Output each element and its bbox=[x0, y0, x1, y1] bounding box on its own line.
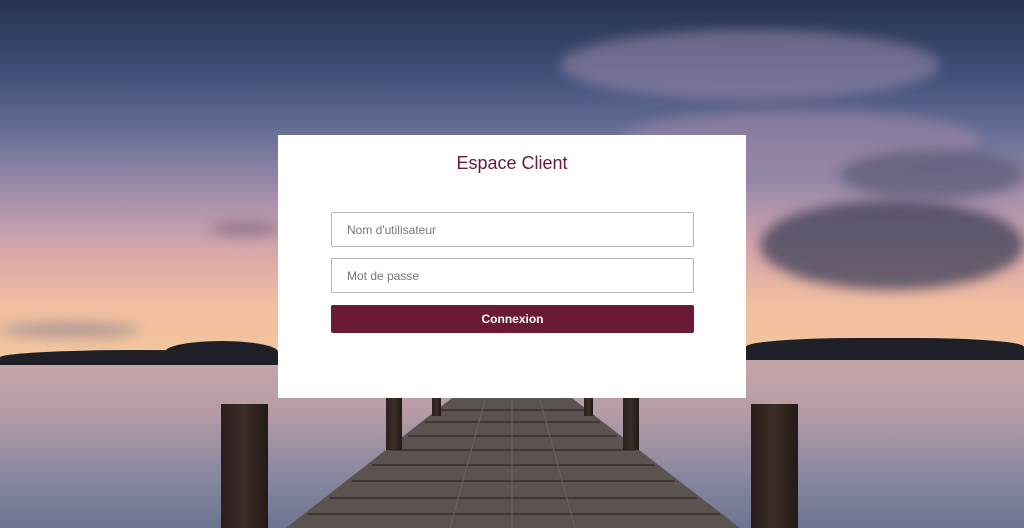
pier-post bbox=[623, 398, 639, 450]
login-title: Espace Client bbox=[456, 153, 568, 173]
pier-post bbox=[432, 398, 441, 416]
login-button[interactable]: Connexion bbox=[331, 305, 694, 333]
pier-post bbox=[751, 404, 798, 528]
pier-post bbox=[386, 398, 402, 450]
pier-post bbox=[221, 404, 268, 528]
pier-post bbox=[584, 398, 593, 416]
username-input[interactable] bbox=[331, 212, 694, 247]
password-input[interactable] bbox=[331, 258, 694, 293]
